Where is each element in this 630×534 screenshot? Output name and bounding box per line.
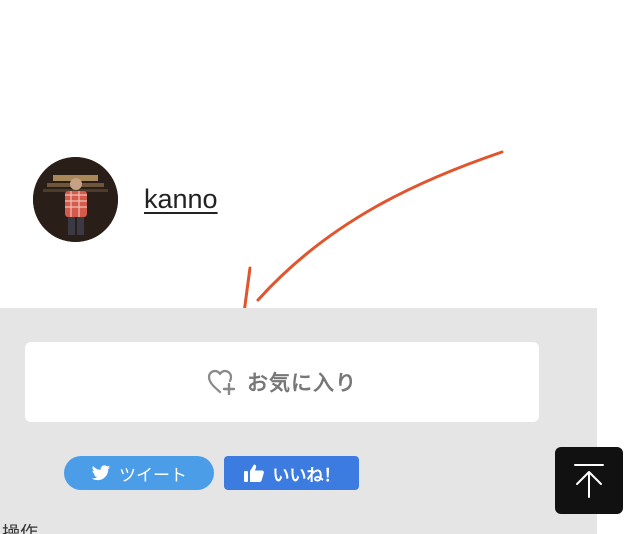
favorite-label: お気に入り bbox=[247, 372, 357, 395]
share-buttons: ツイート いいね！ bbox=[64, 456, 359, 490]
tweet-label: ツイート bbox=[119, 465, 187, 485]
thumbs-up-icon bbox=[243, 464, 264, 482]
favorite-button[interactable]: お気に入り bbox=[25, 342, 539, 422]
like-label: いいね！ bbox=[272, 465, 341, 485]
like-button[interactable]: いいね！ bbox=[224, 456, 359, 490]
twitter-bird-icon bbox=[91, 464, 111, 480]
page: kanno お気に入り ツイート いいね！ bbox=[0, 0, 630, 534]
action-panel: お気に入り ツイート いいね！ bbox=[0, 308, 597, 534]
back-to-top-button[interactable] bbox=[555, 447, 623, 514]
heart-plus-icon bbox=[207, 369, 236, 395]
arrow-up-icon bbox=[574, 463, 604, 498]
truncated-text: 操作 bbox=[2, 524, 38, 534]
tweet-button[interactable]: ツイート bbox=[64, 456, 214, 490]
